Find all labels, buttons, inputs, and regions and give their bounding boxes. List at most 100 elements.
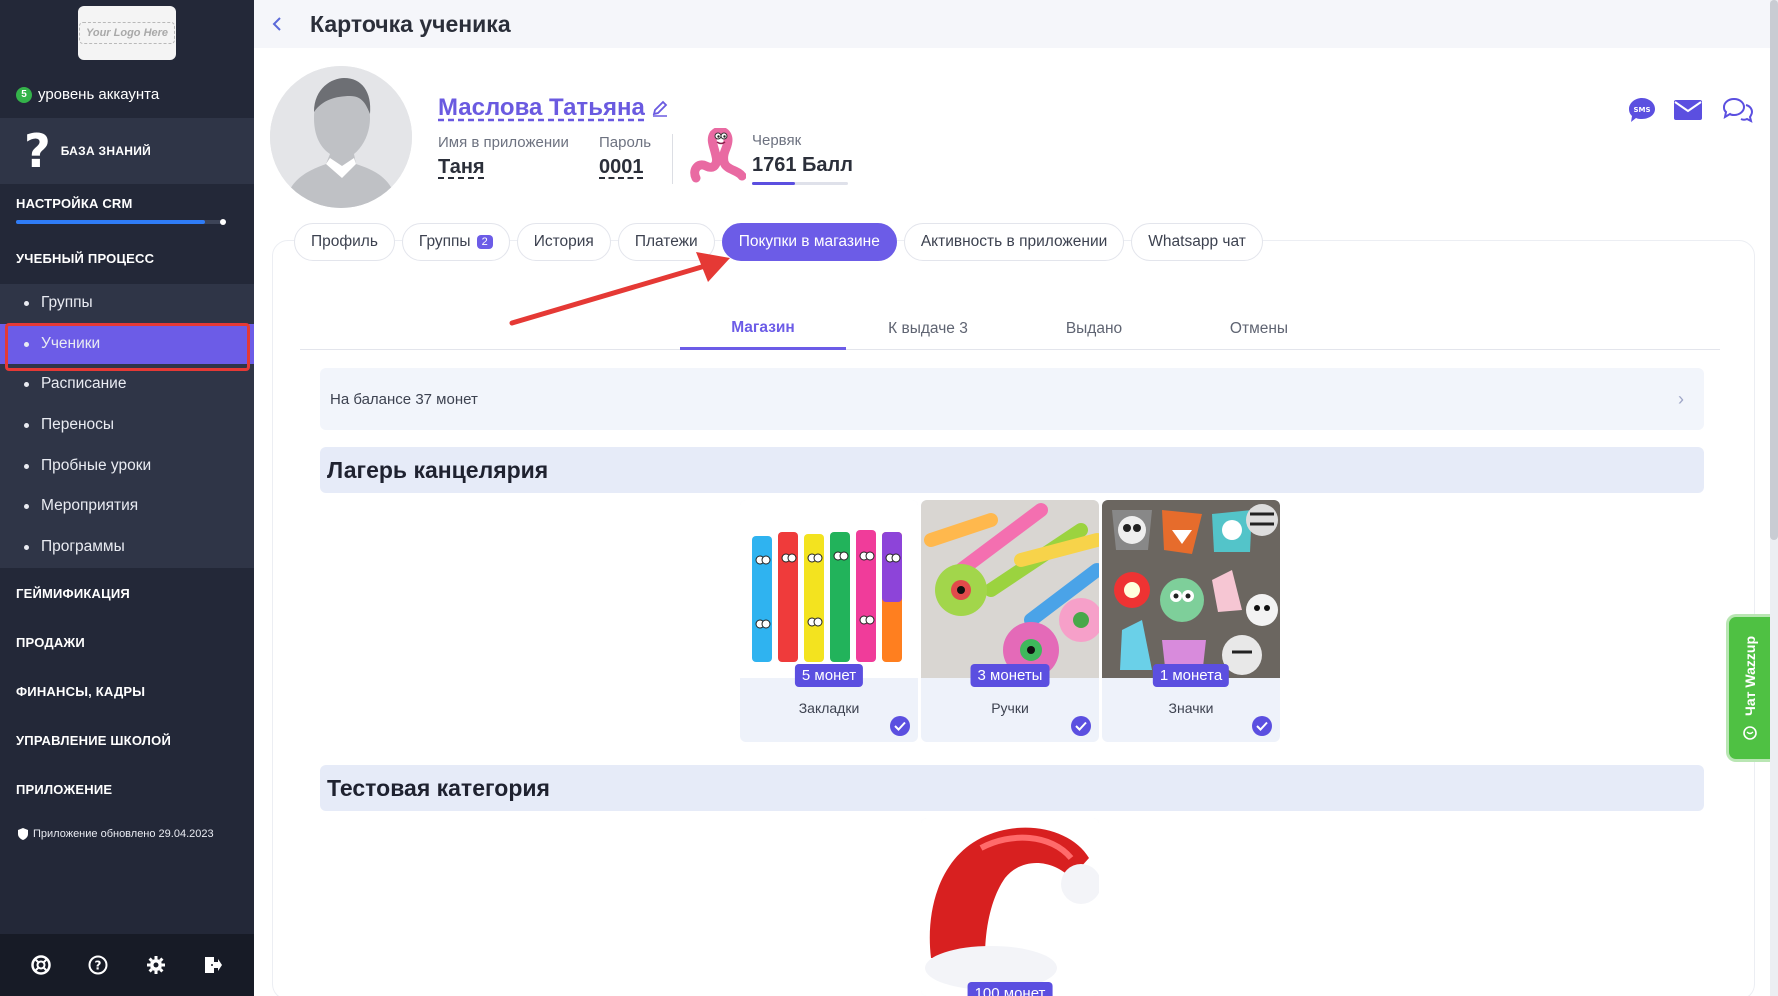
chat-button[interactable] xyxy=(1722,96,1754,124)
sidebar-item-schedule[interactable]: Расписание xyxy=(0,364,254,404)
coin-balance-text: На балансе 37 монет xyxy=(330,390,478,408)
logout-icon[interactable] xyxy=(201,953,225,977)
sidebar-item-programs[interactable]: Программы xyxy=(0,527,254,567)
sidebar-section-school-management[interactable]: УПРАВЛЕНИЕ ШКОЛОЙ xyxy=(16,733,171,748)
price-badge: 100 монет xyxy=(967,982,1053,996)
sidebar-section-app[interactable]: ПРИЛОЖЕНИЕ xyxy=(16,782,112,797)
chat-bubble-icon xyxy=(1742,726,1757,740)
app-name-label: Имя в приложении xyxy=(438,134,569,151)
tab-whatsapp-chat[interactable]: Whatsapp чат xyxy=(1131,223,1263,261)
sidebar-item-label: Пробные уроки xyxy=(41,457,152,474)
password-label: Пароль xyxy=(599,134,652,151)
bullet-icon xyxy=(24,300,29,306)
category-header: Лагерь канцелярия xyxy=(320,447,1704,493)
bullet-icon xyxy=(24,381,29,387)
sidebar: Your Logo Here 5 уровень аккаунта ? БАЗА… xyxy=(0,0,254,996)
page-header: Карточка ученика xyxy=(254,0,1770,48)
tab-shop-purchases[interactable]: Покупки в магазине xyxy=(721,223,897,261)
product-card-badges[interactable]: 1 монета Значки xyxy=(1102,500,1280,742)
tab-app-activity[interactable]: Активность в приложении xyxy=(903,223,1125,261)
email-button[interactable] xyxy=(1672,96,1704,124)
rank-progress-fill xyxy=(752,182,796,185)
sidebar-section-sales[interactable]: ПРОДАЖИ xyxy=(16,635,85,650)
password-value[interactable]: 0001 xyxy=(599,156,644,179)
app-update-text: Приложение обновлено 29.04.2023 xyxy=(33,828,214,840)
bullet-icon xyxy=(24,463,29,469)
rank-title: Червяк xyxy=(752,132,802,149)
knowledge-base-label: БАЗА ЗНАНИЙ xyxy=(60,144,152,158)
price-badge: 3 монеты xyxy=(970,664,1050,687)
sidebar-item-label: Расписание xyxy=(41,375,127,392)
sidebar-item-students[interactable]: Ученики xyxy=(0,324,254,364)
check-icon xyxy=(890,716,910,736)
sidebar-item-label: Программы xyxy=(41,538,125,555)
back-button[interactable] xyxy=(254,0,300,48)
subtab-to-issue[interactable]: К выдаче 3 xyxy=(845,308,1011,350)
student-name-link[interactable]: Маслова Татьяна xyxy=(438,94,669,122)
category-header: Тестовая категория xyxy=(320,765,1704,811)
sms-button[interactable]: SMS xyxy=(1626,96,1658,124)
sidebar-item-transfers[interactable]: Переносы xyxy=(0,405,254,445)
profile-divider xyxy=(672,134,673,184)
badges-image xyxy=(1102,500,1280,678)
tab-history[interactable]: История xyxy=(516,223,611,261)
account-level[interactable]: 5 уровень аккаунта xyxy=(16,86,159,103)
account-level-label: уровень аккаунта xyxy=(38,86,160,103)
shop-subtabs: Магазин К выдаче 3 Выдано Отмены xyxy=(300,308,1720,350)
help-icon[interactable]: ? xyxy=(86,953,110,977)
knowledge-base-link[interactable]: ? БАЗА ЗНАНИЙ xyxy=(0,118,254,184)
sidebar-item-events[interactable]: Мероприятия xyxy=(0,486,254,526)
sidebar-footer: ? xyxy=(0,934,254,996)
coin-balance-row[interactable]: На балансе 37 монет › xyxy=(320,368,1704,430)
svg-text:?: ? xyxy=(95,959,102,973)
product-card-bookmarks[interactable]: 5 монет Закладки xyxy=(740,500,918,742)
product-name: Значки xyxy=(1168,700,1214,716)
edit-pencil-icon[interactable] xyxy=(651,99,669,117)
student-avatar[interactable] xyxy=(270,66,412,208)
product-card-santa-hat[interactable]: 100 монет xyxy=(921,818,1099,996)
app-name-value[interactable]: Таня xyxy=(438,156,485,179)
subtab-shop[interactable]: Магазин xyxy=(680,308,846,350)
tab-groups[interactable]: Группы 2 xyxy=(401,223,510,261)
worm-rank-icon xyxy=(690,128,746,183)
tab-label: Покупки в магазине xyxy=(738,233,880,250)
tab-label: Whatsapp чат xyxy=(1148,233,1246,250)
sidebar-section-finance[interactable]: ФИНАНСЫ, КАДРЫ xyxy=(16,684,145,699)
bullet-icon xyxy=(24,544,29,550)
price-badge: 5 монет xyxy=(794,664,864,687)
sidebar-item-label: Ученики xyxy=(41,335,101,352)
sidebar-item-trial-lessons[interactable]: Пробные уроки xyxy=(0,446,254,486)
sidebar-item-label: Мероприятия xyxy=(41,497,139,514)
tab-payments[interactable]: Платежи xyxy=(617,223,715,261)
product-name: Ручки xyxy=(991,700,1029,716)
svg-text:SMS: SMS xyxy=(1633,106,1650,114)
crm-setup-link[interactable]: НАСТРОЙКА CRM xyxy=(16,196,133,211)
page-scrollbar[interactable] xyxy=(1770,0,1778,996)
sidebar-item-groups[interactable]: Группы xyxy=(0,283,254,323)
bullet-icon xyxy=(24,341,29,347)
sms-icon: SMS xyxy=(1629,98,1655,122)
crm-setup-progress-dot xyxy=(220,219,226,225)
price-badge: 1 монета xyxy=(1152,664,1230,687)
sidebar-section-process[interactable]: УЧЕБНЫЙ ПРОЦЕСС xyxy=(16,251,154,266)
subtab-cancelled[interactable]: Отмены xyxy=(1176,308,1342,350)
support-icon[interactable] xyxy=(29,953,53,977)
check-icon xyxy=(1071,716,1091,736)
chevron-right-icon: › xyxy=(1678,388,1684,409)
wazzup-chat-widget[interactable]: Чат Wazzup xyxy=(1726,614,1770,762)
subtab-issued[interactable]: Выдано xyxy=(1011,308,1177,350)
tab-label: Группы xyxy=(418,233,471,250)
school-logo[interactable]: Your Logo Here xyxy=(78,6,176,60)
santa-hat-image xyxy=(921,818,1099,996)
crm-setup-progress xyxy=(16,219,226,225)
scrollbar-thumb[interactable] xyxy=(1770,0,1778,540)
product-card-pens[interactable]: 3 монеты Ручки xyxy=(921,500,1099,742)
tab-profile[interactable]: Профиль xyxy=(294,223,395,261)
settings-icon[interactable] xyxy=(144,953,168,977)
product-name: Закладки xyxy=(798,700,860,716)
question-mark-icon: ? xyxy=(24,124,51,178)
sidebar-section-gamification[interactable]: ГЕЙМИФИКАЦИЯ xyxy=(16,586,130,601)
tab-label: Платежи xyxy=(634,233,698,250)
sidebar-item-label: Группы xyxy=(41,294,93,311)
sidebar-item-label: Переносы xyxy=(41,416,115,433)
